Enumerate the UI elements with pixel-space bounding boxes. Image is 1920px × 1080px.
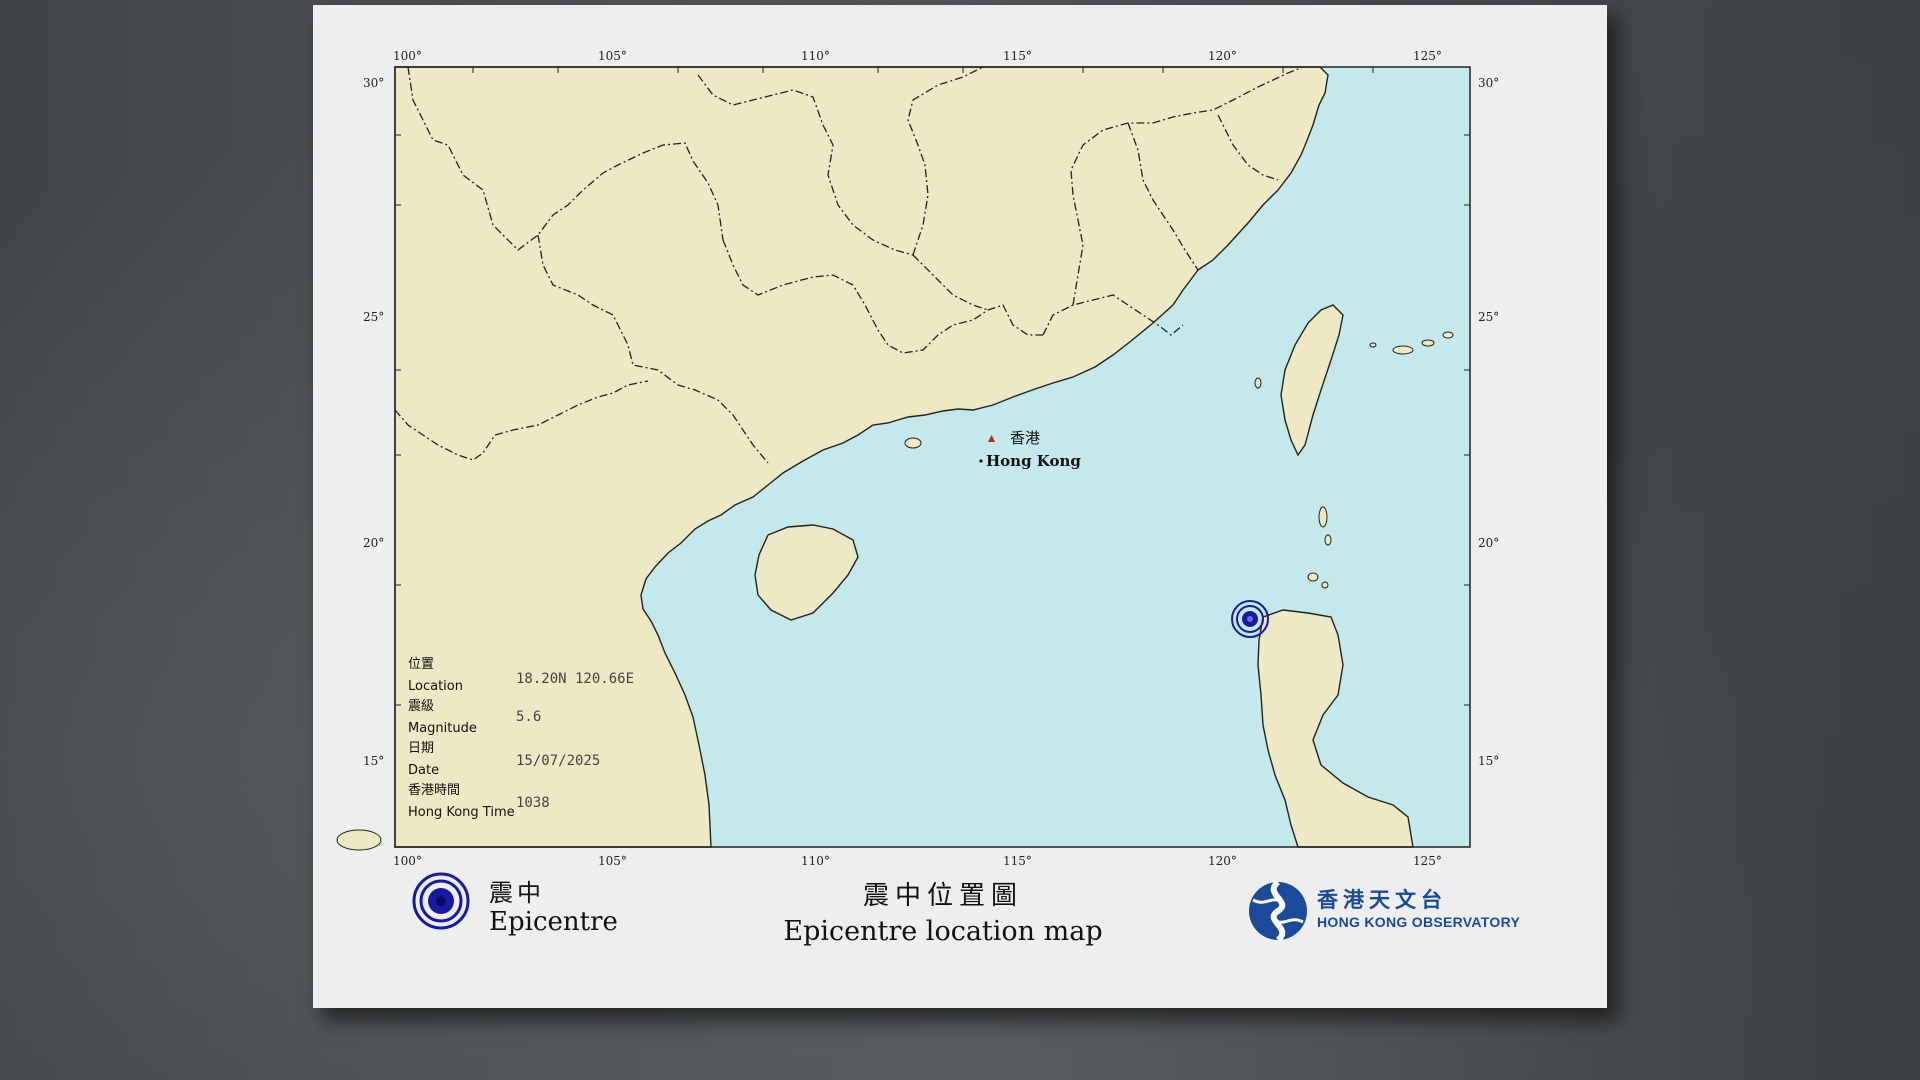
bottom-tick: 120° (1208, 854, 1237, 868)
left-tick: 20° (363, 536, 384, 550)
bottom-tick-labels: 100° 105° 110° 115° 120° 125° (393, 854, 1442, 868)
hong-kong-label-zh: 香港 (1010, 429, 1040, 447)
map-title-zh: 震中位置圖 (862, 881, 1023, 911)
location-label-zh: 位置 (408, 657, 434, 672)
map-title-en: Epicentre location map (783, 916, 1103, 947)
left-tick: 15° (363, 754, 384, 768)
left-tick-labels: 30° 25° 20° 15° (363, 76, 384, 768)
hong-kong-dot (979, 459, 983, 463)
top-tick: 100° (393, 49, 422, 63)
bottom-tick: 110° (801, 854, 830, 868)
bottom-tick: 100° (393, 854, 422, 868)
epicentre-icon (412, 872, 470, 930)
hko-logo: 香港天文台 HONG KONG OBSERVATORY (1243, 880, 1543, 950)
left-tick: 25° (363, 310, 384, 324)
top-tick-labels: 100° 105° 110° 115° 120° 125° (393, 49, 1442, 63)
date-label-en: Date (408, 763, 439, 778)
bottom-tick: 105° (598, 854, 627, 868)
magnitude-label-zh: 震級 (408, 699, 434, 714)
location-label-en: Location (408, 679, 463, 694)
legend: 震中 Epicentre (411, 871, 651, 941)
map-sheet: 100° 105° 110° 115° 120° 125° 100° 105° … (313, 5, 1607, 1008)
epicentre-marker-icon (1231, 600, 1269, 638)
hko-logo-icon (1249, 880, 1307, 942)
magnitude-label-en: Magnitude (408, 721, 477, 736)
top-tick: 110° (801, 49, 830, 63)
legend-label-en: Epicentre (489, 907, 618, 937)
right-tick: 30° (1478, 76, 1499, 90)
top-tick: 105° (598, 49, 627, 63)
hong-kong-label-en: Hong Kong (986, 452, 1081, 470)
magnitude-value: 5.6 (516, 709, 541, 725)
top-tick: 125° (1413, 49, 1442, 63)
top-tick: 115° (1003, 49, 1032, 63)
right-tick-labels: 30° 25° 20° 15° (1478, 76, 1499, 768)
date-value: 15/07/2025 (516, 753, 600, 769)
map-title: 震中位置圖 Epicentre location map (733, 875, 1153, 947)
hko-name-en: HONG KONG OBSERVATORY (1317, 914, 1521, 930)
right-tick: 15° (1478, 754, 1499, 768)
right-tick: 25° (1478, 310, 1499, 324)
bottom-tick: 115° (1003, 854, 1032, 868)
left-tick: 30° (363, 76, 384, 90)
hko-name-zh: 香港天文台 (1317, 888, 1447, 912)
top-tick: 120° (1208, 49, 1237, 63)
time-label-en: Hong Kong Time (408, 805, 515, 820)
time-label-zh: 香港時間 (408, 783, 460, 798)
legend-label-zh: 震中 (489, 879, 545, 907)
date-label-zh: 日期 (408, 741, 434, 756)
time-value: 1038 (516, 795, 550, 811)
right-tick: 20° (1478, 536, 1499, 550)
epicentre-map: 100° 105° 110° 115° 120° 125° 100° 105° … (336, 49, 1499, 868)
bottom-tick: 125° (1413, 854, 1442, 868)
location-value: 18.20N 120.66E (516, 671, 634, 687)
